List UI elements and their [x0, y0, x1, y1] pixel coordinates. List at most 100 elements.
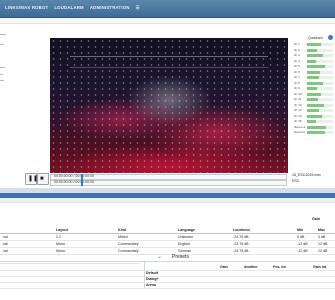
- preset-header-another: Another: [244, 265, 258, 269]
- nav-items: LINKS/MAX ROBOT LOUDALARM ADMINISTRATION…: [5, 5, 140, 11]
- chevron-down-icon[interactable]: ⌄: [157, 254, 162, 260]
- loudness-meters: Quadrant ch 1 ch 2 ch 3 ch 4 ch 5 ch 6 ch 7 ch …: [294, 35, 334, 154]
- meter-row: ch 6: [294, 69, 334, 74]
- playhead-marker-2[interactable]: [81, 180, 83, 186]
- meter-label: ch 2: [294, 47, 300, 52]
- table-cell: 2.1: [56, 235, 61, 239]
- meter-label: ch 15: [294, 119, 302, 124]
- meters-badge-icon[interactable]: [328, 35, 333, 40]
- table-cell: nal: [3, 235, 8, 239]
- table-cell: -24.75 dB: [233, 235, 249, 239]
- meter-row: ch 14: [294, 113, 334, 118]
- meter-label: ch 9: [294, 86, 300, 91]
- meter-row: ch 15: [294, 119, 334, 124]
- nav-item-loudalarm[interactable]: LOUDALARM: [54, 5, 84, 11]
- meter-row: ch 13: [294, 108, 334, 113]
- table-cell: 12 dB: [318, 242, 328, 246]
- table-cell: 0 dB: [318, 235, 326, 239]
- meter-bar: [307, 109, 320, 113]
- meter-row: ch 2: [294, 47, 334, 52]
- preset-name: Arena: [146, 283, 156, 287]
- table-row[interactable]: nal Mono Commentary English -23.75 dB -12 dB 1…: [0, 241, 335, 248]
- header-loudness: Loudness: [233, 228, 250, 232]
- file-name: 15_ESC2019.mxv: [292, 173, 321, 177]
- stop-button[interactable]: ■: [37, 173, 49, 185]
- meter-row: ch 4: [294, 59, 334, 63]
- table-cell: -12 dB: [297, 242, 308, 246]
- header-layout: Layout: [56, 228, 68, 232]
- meter-row: ch 7: [294, 75, 334, 80]
- meter-row: ch 1: [294, 42, 334, 47]
- meter-bar: [307, 114, 323, 118]
- header-kind: Kind: [118, 228, 126, 232]
- meter-bar: [307, 48, 318, 52]
- meter-row: ch 9: [294, 86, 334, 91]
- table-cell: nal: [3, 242, 8, 246]
- meter-row: stereo a: [294, 125, 334, 129]
- menu-icon[interactable]: ☰: [136, 5, 140, 11]
- meter-bar: [307, 103, 325, 107]
- meter-label: ch 8: [294, 80, 300, 85]
- meter-bar: [307, 120, 317, 124]
- meter-label: ch 7: [294, 75, 300, 80]
- meter-bar: [307, 70, 320, 74]
- preset-row[interactable]: Arena: [0, 282, 335, 289]
- meter-label: ch 6: [294, 69, 300, 74]
- file-meta: ESC: [292, 179, 300, 183]
- meter-bar: [307, 59, 317, 63]
- table-cell: -12 dB: [297, 249, 308, 253]
- meter-row: stereo b: [294, 130, 334, 135]
- table-cell: Commentary: [118, 242, 139, 246]
- meter-bar: [307, 43, 322, 47]
- meters-header: Quadrant: [308, 36, 323, 40]
- preset-header-gain: Gain: [220, 265, 228, 269]
- preset-header-pos-int: Pos. Int.: [273, 265, 287, 269]
- meter-label: ch 3: [294, 53, 300, 58]
- top-nav: LINKS/MAX ROBOT LOUDALARM ADMINISTRATION…: [0, 0, 335, 18]
- presets-header[interactable]: ⌄ Presets: [0, 254, 335, 262]
- table-cell: English: [178, 242, 190, 246]
- meter-bar: [307, 81, 323, 85]
- nav-item-administration[interactable]: ADMINISTRATION: [90, 5, 130, 11]
- meter-row: ch 10: [294, 91, 334, 96]
- timecode-1: 00:00:00:00 / 00:00:00:00: [54, 174, 94, 178]
- meter-label: ch 14: [294, 113, 302, 118]
- table-cell: Mono: [56, 242, 65, 246]
- left-panel: [0, 30, 42, 81]
- preset-name: Dialog+: [146, 277, 159, 281]
- header-min: Min: [297, 228, 304, 232]
- meter-bar: [307, 54, 324, 58]
- header-max: Max: [318, 228, 325, 232]
- meter-bar: [307, 131, 326, 135]
- table-cell: Unknown: [178, 235, 193, 239]
- pause-button[interactable]: ❚❚: [25, 173, 38, 185]
- meter-bar: [307, 87, 317, 91]
- meter-row: ch 8: [294, 80, 334, 85]
- meter-row: ch 11: [294, 97, 334, 102]
- meter-label: stereo b: [294, 130, 306, 135]
- table-cell: Commentary: [118, 249, 139, 253]
- meter-label: ch 1: [294, 42, 300, 47]
- timeline-2[interactable]: 00:00:00:00 / 00:00:00:00: [50, 180, 287, 186]
- section-subbar: [0, 198, 335, 203]
- table-cell: -23.75 dB: [233, 242, 249, 246]
- meter-bar: [307, 65, 326, 69]
- meter-label: ch 13: [294, 108, 302, 113]
- table-cell: Mixed: [118, 235, 128, 239]
- video-player[interactable]: [50, 38, 288, 173]
- nav-item-links[interactable]: LINKS/MAX ROBOT: [5, 5, 48, 11]
- table-cell: nal: [3, 249, 8, 253]
- meter-row: ch 3: [294, 53, 334, 58]
- transport-controls: ❚❚ ■ 00:00:00:00 / 00:00:00:00 00:00:00:…: [20, 172, 321, 186]
- toolbar-strip: [0, 18, 335, 24]
- table-row[interactable]: nal 2.1 Mixed Unknown -24.75 dB 0 dB 0 dB: [0, 234, 335, 241]
- meter-label: ch 10: [294, 91, 302, 96]
- meter-label: ch 5: [294, 64, 300, 69]
- stop-icon: ■: [40, 176, 44, 182]
- table-cell: German: [178, 249, 191, 253]
- crowd-lights: [50, 38, 288, 173]
- preset-name: Default: [146, 271, 158, 275]
- table-cell: 12 dB: [318, 249, 328, 253]
- meter-bar: [307, 76, 319, 80]
- meter-bar: [307, 92, 321, 96]
